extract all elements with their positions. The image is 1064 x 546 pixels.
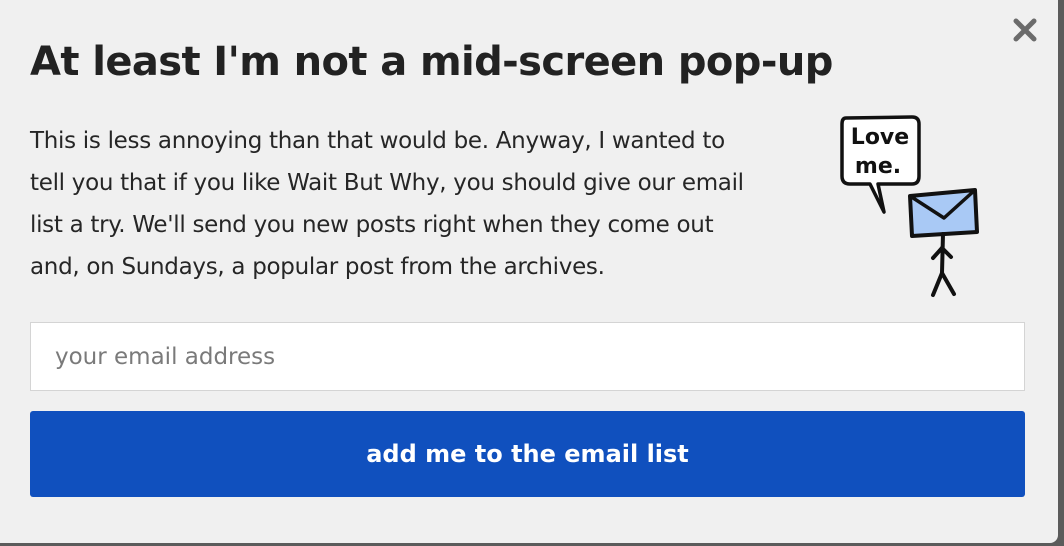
description-line: list a try. We'll send you new posts rig… xyxy=(30,212,714,238)
email-input[interactable] xyxy=(30,322,1025,391)
popup-title: At least I'm not a mid-screen pop-up xyxy=(30,39,833,85)
speech-bubble-line1: Love xyxy=(851,125,909,150)
speech-bubble: Love me. xyxy=(840,115,921,214)
speech-bubble-line2: me. xyxy=(855,154,901,179)
description-line: and, on Sundays, a popular post from the… xyxy=(30,254,605,280)
add-to-email-list-button[interactable]: add me to the email list xyxy=(30,411,1025,497)
stick-figure-icon xyxy=(931,232,956,297)
envelope-icon xyxy=(908,188,979,238)
close-icon[interactable] xyxy=(1012,17,1038,43)
description-line: This is less annoying than that would be… xyxy=(30,128,725,154)
stick-figure-envelope-illustration: Love me. xyxy=(840,115,979,297)
description-line: tell you that if you like Wait But Why, … xyxy=(30,170,744,196)
email-signup-popup: At least I'm not a mid-screen pop-up Thi… xyxy=(0,0,1058,543)
popup-description: This is less annoying than that would be… xyxy=(30,120,830,288)
